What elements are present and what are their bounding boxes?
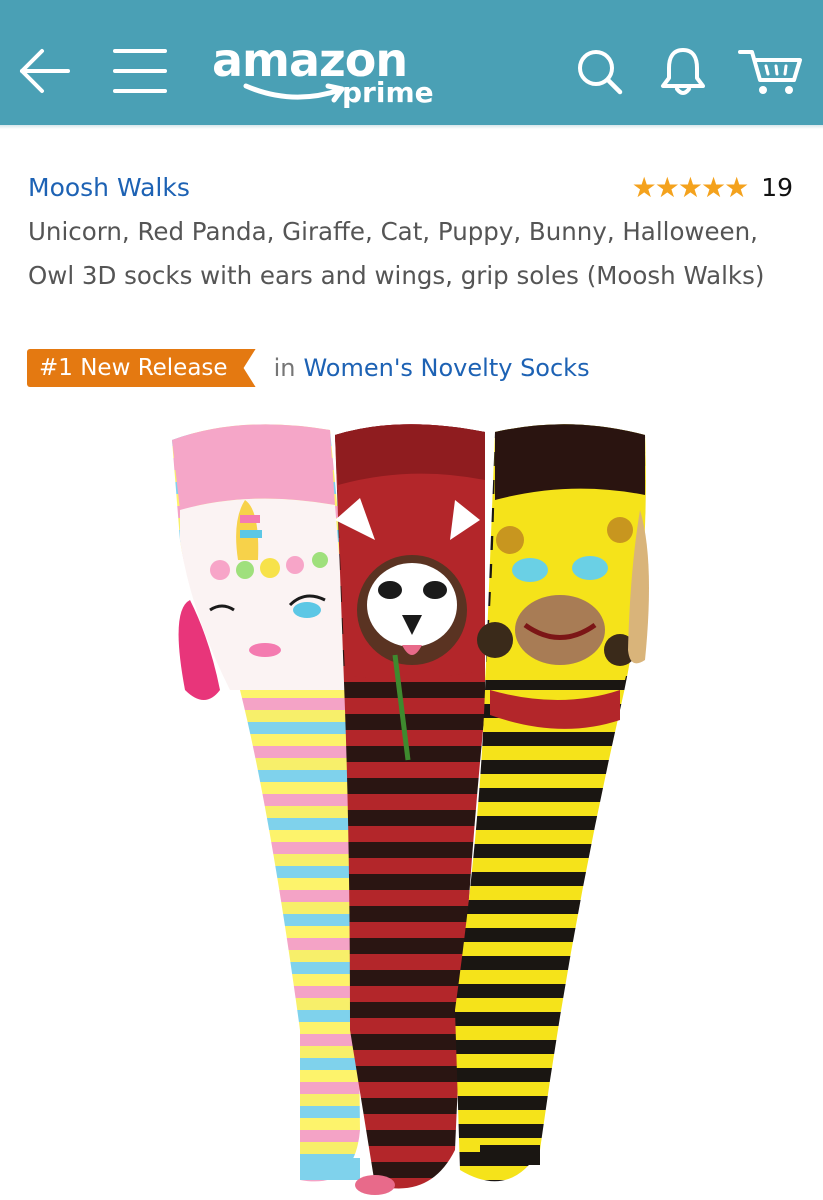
rating-count: 19 (761, 173, 793, 202)
star-icon: ★ (631, 171, 657, 204)
search-icon[interactable] (576, 48, 624, 96)
hamburger-menu-icon[interactable] (112, 46, 168, 96)
back-arrow-icon[interactable] (18, 46, 70, 96)
star-rating[interactable]: ★ ★ ★ ★ ★ 19 (632, 170, 793, 206)
product-image[interactable] (150, 410, 680, 1200)
category-link[interactable]: Women's Novelty Socks (303, 349, 589, 387)
star-icon: ★ (700, 171, 727, 204)
unicorn-sock (172, 424, 360, 1182)
logo-subtext: prime (342, 76, 434, 109)
brand-link[interactable]: Moosh Walks (28, 170, 190, 206)
star-icon: ★ (724, 171, 750, 204)
star-icon: ★ (654, 171, 680, 204)
new-release-badge[interactable]: #1 New Release (27, 349, 256, 387)
top-nav-bar: amazon prime (0, 0, 823, 125)
amazon-prime-logo[interactable]: amazon prime (212, 33, 437, 114)
smile-arrow-icon (243, 83, 345, 103)
bell-icon[interactable] (658, 44, 708, 98)
header-divider (0, 125, 823, 129)
stars: ★ ★ ★ ★ ★ (631, 171, 750, 204)
product-page: amazon prime Moosh Walks ★ ★ ★ ★ ★ 19 Un… (0, 0, 823, 1200)
cart-icon[interactable] (738, 46, 804, 98)
badge-in-text: in (273, 354, 296, 382)
star-icon: ★ (677, 171, 703, 204)
best-seller-badge-row: #1 New Release in Women's Novelty Socks (27, 349, 590, 387)
product-title: Unicorn, Red Panda, Giraffe, Cat, Puppy,… (28, 217, 765, 290)
